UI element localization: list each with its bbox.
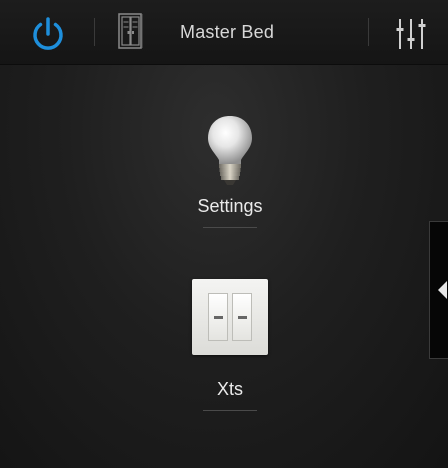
power-icon bbox=[33, 17, 63, 50]
light-switch-icon bbox=[192, 279, 268, 355]
header-divider bbox=[368, 18, 369, 46]
side-drawer-tab[interactable] bbox=[429, 221, 448, 359]
switch-rocker bbox=[232, 293, 252, 341]
light-bulb-icon bbox=[208, 116, 252, 185]
switch-rocker bbox=[208, 293, 228, 341]
device-divider bbox=[203, 227, 257, 228]
device-label: Xts bbox=[216, 379, 243, 399]
device-label: Settings bbox=[197, 196, 263, 216]
chevron-left-icon bbox=[438, 281, 447, 299]
device-tile-xts[interactable]: Xts bbox=[154, 279, 306, 411]
room-title: Master Bed bbox=[180, 22, 275, 42]
top-bar: Master Bed bbox=[0, 0, 448, 65]
room-screen: Master Bed Settings Xts bbox=[0, 0, 448, 468]
sliders-icon bbox=[396, 19, 426, 49]
device-divider bbox=[203, 410, 257, 411]
device-tile-settings[interactable]: Settings bbox=[154, 112, 306, 228]
header-divider bbox=[94, 18, 95, 46]
rooms-button[interactable] bbox=[116, 12, 146, 50]
power-button[interactable] bbox=[28, 14, 68, 54]
levels-button[interactable] bbox=[394, 16, 434, 52]
room-doors-icon bbox=[118, 13, 143, 49]
